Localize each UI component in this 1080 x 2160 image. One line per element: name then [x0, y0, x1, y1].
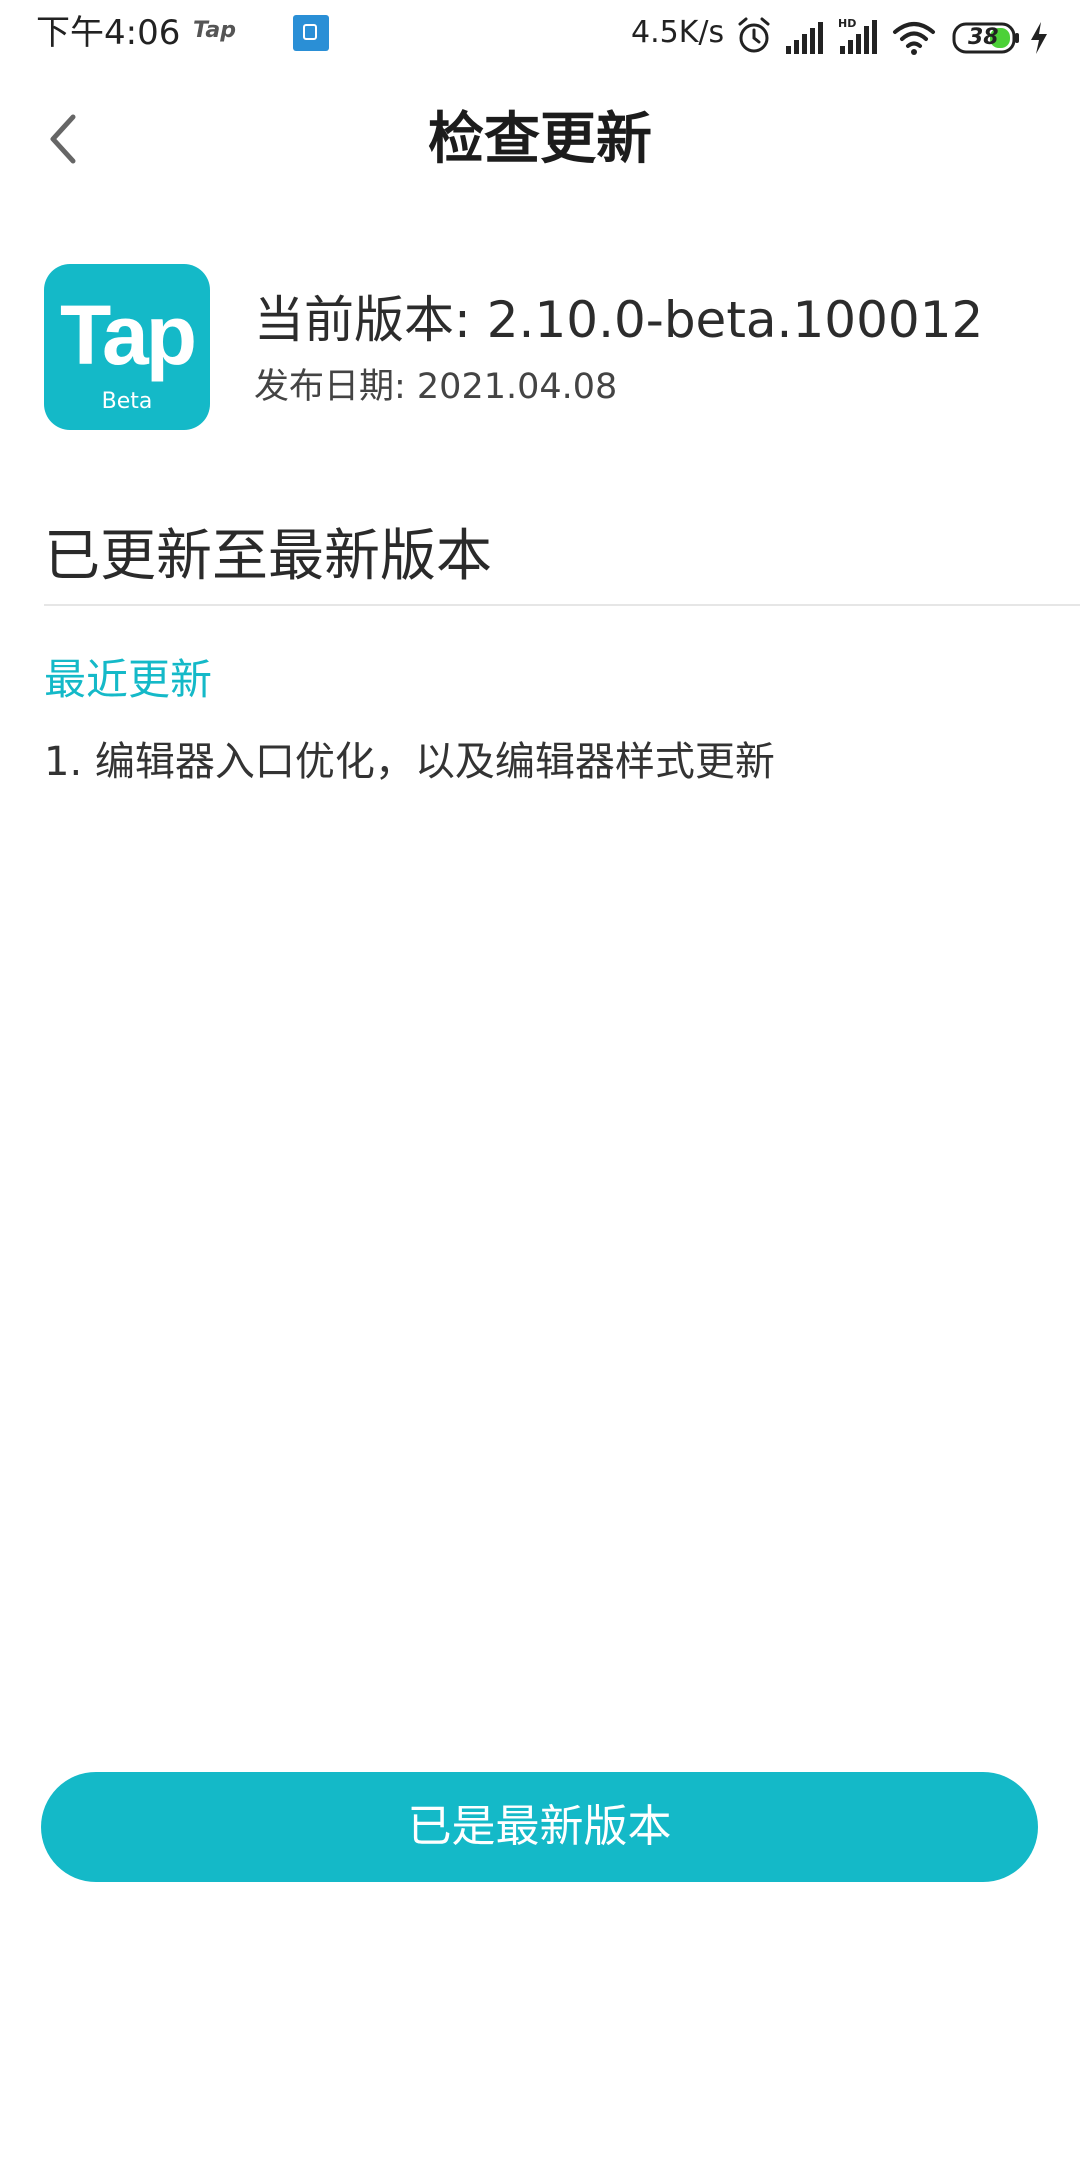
app-info-card: Tap Beta 当前版本: 2.10.0-beta.100012 发布日期: …	[44, 264, 1044, 430]
battery-level: 38	[968, 25, 999, 50]
app-header: 检查更新	[0, 96, 1080, 186]
status-bar: 下午4:06 Tap 4.5K/s HD 38	[0, 0, 1080, 66]
hd-signal-icon: HD	[838, 17, 877, 54]
logo-badge: Beta	[101, 389, 153, 414]
release-date: 发布日期: 2021.04.08	[254, 367, 618, 407]
tap-notification-label: Tap	[193, 18, 236, 43]
signal-icon	[786, 22, 823, 54]
recent-updates-title: 最近更新	[44, 655, 213, 704]
latest-version-button[interactable]: 已是最新版本	[41, 1772, 1038, 1882]
page-title: 检查更新	[428, 107, 652, 172]
check-update-screen: 下午4:06 Tap 4.5K/s HD 38 检查更新 Tap Beta 当前…	[0, 0, 1080, 2160]
divider	[44, 604, 1080, 606]
logo-text: Tap	[59, 288, 197, 382]
app-logo: Tap Beta	[44, 264, 210, 430]
wifi-icon	[893, 22, 935, 55]
notification-app-icon	[293, 15, 329, 51]
charging-icon	[1031, 22, 1047, 54]
status-time: 下午4:06	[36, 13, 181, 53]
changelog-item: 1. 编辑器入口优化，以及编辑器样式更新	[44, 739, 775, 785]
network-speed: 4.5K/s	[631, 15, 725, 50]
current-version: 当前版本: 2.10.0-beta.100012	[254, 291, 984, 349]
alarm-icon	[738, 17, 770, 53]
update-status-heading: 已更新至最新版本	[44, 524, 492, 589]
svg-text:HD: HD	[838, 17, 856, 30]
